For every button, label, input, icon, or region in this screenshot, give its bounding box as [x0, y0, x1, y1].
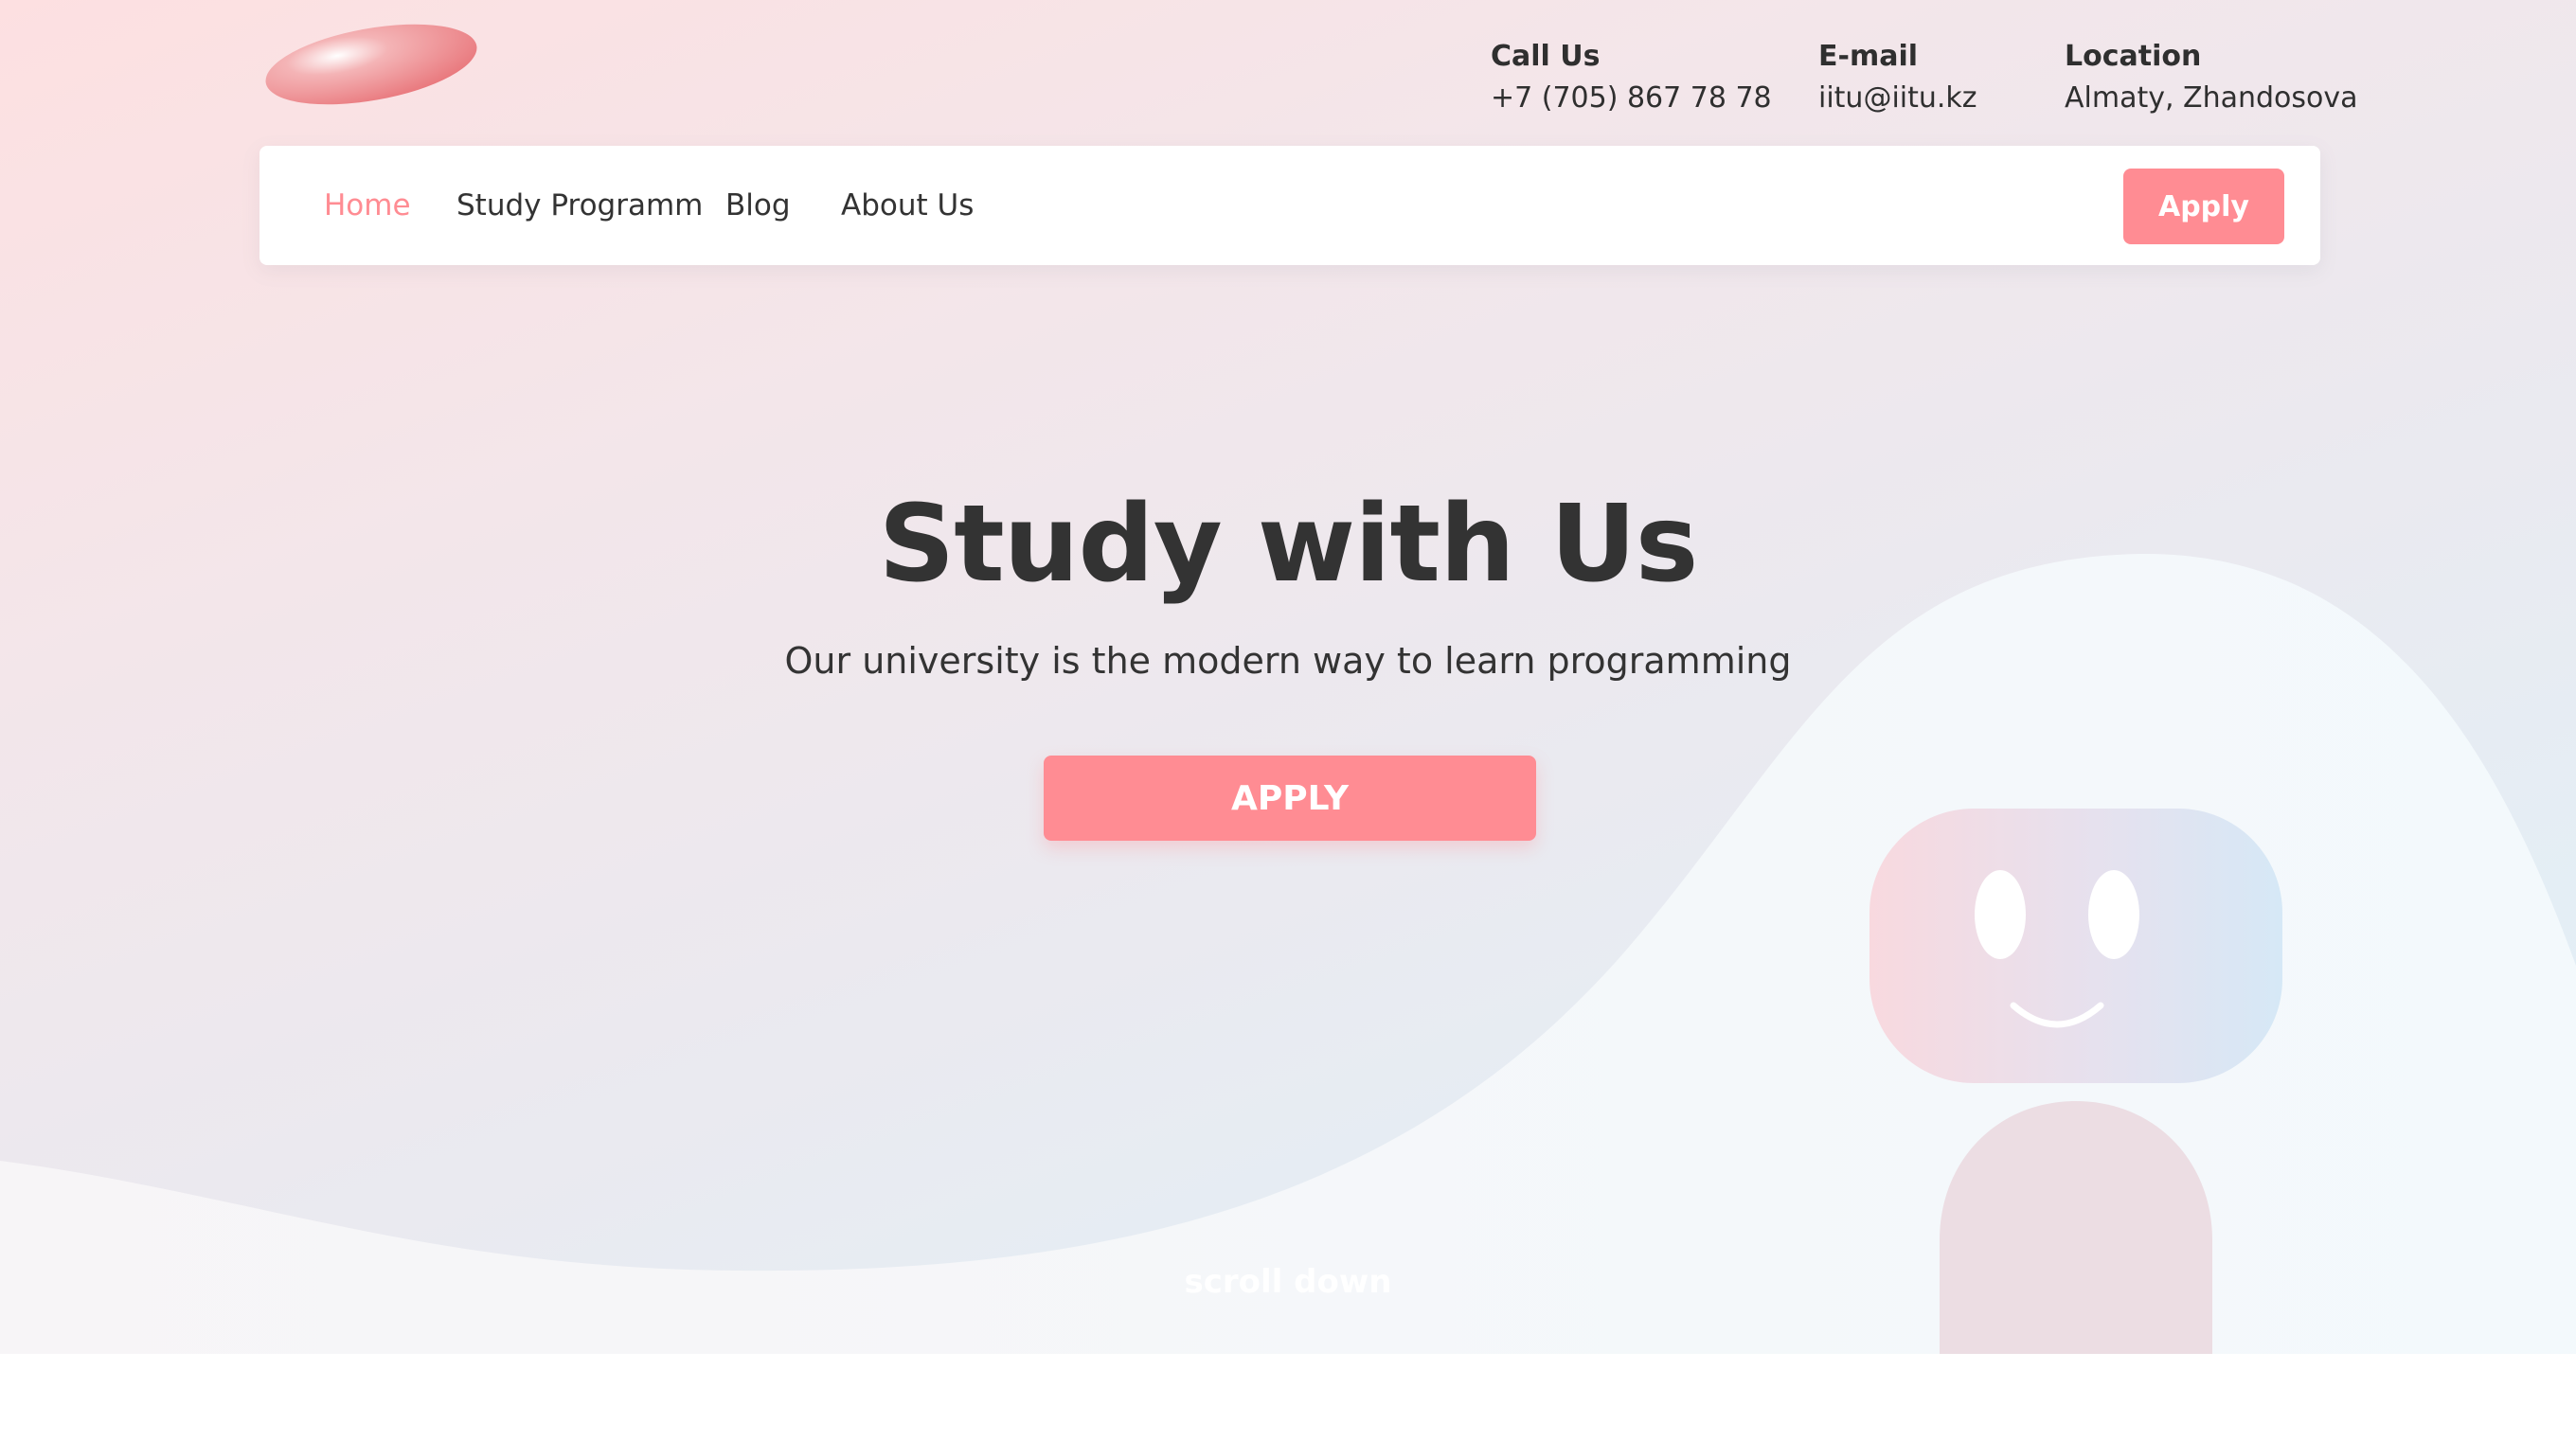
nav-item-study-programm[interactable]: Study Programm — [456, 146, 703, 265]
contact-call-value[interactable]: +7 (705) 867 78 78 — [1491, 78, 1772, 119]
contact-info: Call Us +7 (705) 867 78 78 E-mail iitu@i… — [0, 36, 2576, 131]
contact-call-title: Call Us — [1491, 40, 1601, 73]
contact-email-value[interactable]: iitu@iitu.kz — [1818, 78, 1977, 119]
hero-apply-button[interactable]: APPLY — [1044, 756, 1536, 841]
contact-email-title: E-mail — [1818, 40, 1919, 73]
hero-section: Call Us +7 (705) 867 78 78 E-mail iitu@i… — [0, 0, 2576, 1354]
hero-title: Study with Us — [878, 483, 1699, 606]
contact-location: Location Almaty, Zhandosova — [2065, 36, 2358, 119]
nav-item-blog[interactable]: Blog — [725, 146, 791, 265]
main-navbar: Home Study Programm Blog About Us Apply — [259, 146, 2320, 265]
nav-apply-button[interactable]: Apply — [2123, 169, 2284, 244]
contact-location-title: Location — [2065, 40, 2202, 73]
contact-email: E-mail iitu@iitu.kz — [1818, 36, 1977, 119]
contact-call: Call Us +7 (705) 867 78 78 — [1491, 36, 1772, 119]
scroll-down-label[interactable]: scroll down — [0, 1263, 2576, 1301]
hero-subtitle: Our university is the modern way to lear… — [784, 640, 1792, 682]
nav-item-home[interactable]: Home — [324, 146, 411, 265]
contact-location-value: Almaty, Zhandosova — [2065, 81, 2358, 115]
nav-item-about-us[interactable]: About Us — [841, 146, 974, 265]
